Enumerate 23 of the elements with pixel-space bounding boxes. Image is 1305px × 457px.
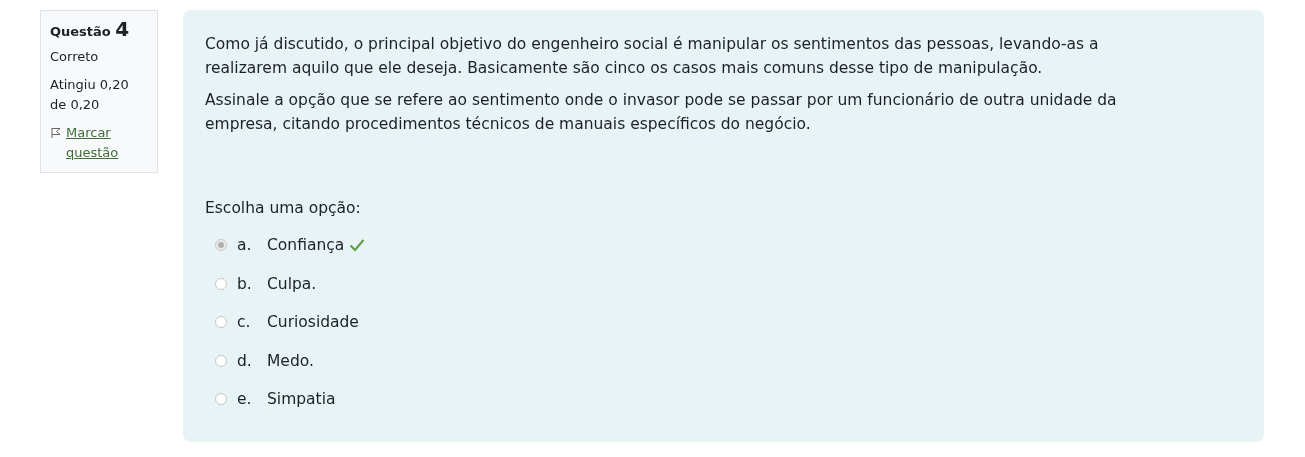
question-text: Assinale a opção que se refere ao sentimento onde o invasor pode se passar por um funcionário de outra unidade da empresa, citando procedimentos técnicos de manuais específicos do negócio. — [205, 90, 1118, 135]
option-label[interactable]: Simpatia — [267, 390, 336, 409]
question-state: Correto — [50, 48, 100, 66]
radio-button[interactable] — [215, 277, 227, 290]
flag-icon[interactable] — [50, 127, 62, 139]
choice-prompt: Escolha uma opção: — [205, 198, 362, 219]
option-label[interactable]: Medo. — [267, 351, 314, 370]
option-letter: b. — [237, 274, 253, 293]
question-grade: Atingiu 0,20 de 0,20 — [50, 76, 130, 114]
radio-button[interactable] — [215, 316, 227, 329]
radio-button[interactable] — [215, 239, 227, 252]
radio-button[interactable] — [215, 354, 227, 367]
flag-question-link[interactable]: Marcar questão — [66, 123, 148, 163]
option-letter: e. — [237, 390, 253, 409]
radio-button[interactable] — [215, 393, 227, 406]
option-label[interactable]: Confiança — [267, 236, 345, 255]
option-letter: c. — [237, 313, 252, 332]
question-number: Questão 4 — [50, 19, 131, 42]
option-label[interactable]: Culpa. — [267, 274, 317, 293]
option-letter: a. — [237, 236, 253, 255]
option-label[interactable]: Curiosidade — [267, 313, 359, 332]
question-text: Como já discutido, o principal objetivo do engenheiro social é manipular os sentimentos das pessoas, levando-as a realizarem aquilo que ele deseja. Basicamente são cinco os casos mais comuns desse tipo de manipulação. — [205, 34, 1100, 79]
option-letter: d. — [237, 351, 253, 370]
